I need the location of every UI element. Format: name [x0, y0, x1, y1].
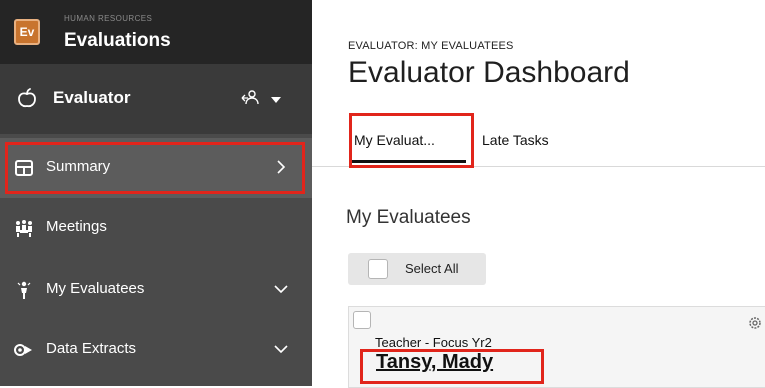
brand-subtitle: HUMAN RESOURCES [64, 14, 153, 23]
select-all-checkbox[interactable] [368, 259, 388, 279]
meetings-icon [16, 220, 32, 237]
data-extract-icon [14, 344, 32, 356]
tabs-divider [312, 166, 765, 167]
tab-my-evaluatees[interactable]: My Evaluat... [354, 132, 435, 148]
evaluatee-name-link[interactable]: Tansy, Mady [376, 351, 493, 374]
evaluatee-card: Teacher - Focus Yr2 Tansy, Mady [348, 306, 765, 388]
evaluatee-role: Teacher - Focus Yr2 [375, 335, 492, 350]
chevron-down-icon [274, 345, 288, 354]
apple-icon [18, 88, 36, 108]
app-title[interactable]: Evaluations [64, 30, 171, 52]
app-logo[interactable]: Ev [14, 19, 40, 45]
breadcrumb: EVALUATOR: MY EVALUATEES [348, 40, 514, 52]
sidebar-item-summary[interactable]: Summary [0, 138, 312, 198]
caret-down-icon[interactable] [271, 97, 281, 103]
table-icon [15, 160, 33, 176]
sidebar-item-label: Meetings [46, 218, 107, 235]
sidebar-item-label: My Evaluatees [46, 280, 145, 297]
page-title: Evaluator Dashboard [348, 56, 630, 89]
sidebar-item-label: Summary [46, 158, 111, 175]
brand-header: Ev HUMAN RESOURCES Evaluations [0, 0, 312, 64]
section-title: My Evaluatees [346, 207, 471, 228]
evaluatee-checkbox[interactable] [353, 311, 371, 329]
sidebar-item-label: Data Extracts [46, 340, 137, 357]
person-icon [17, 281, 31, 299]
select-all-label: Select All [405, 261, 459, 276]
chevron-down-icon [274, 285, 288, 294]
active-tab-indicator [352, 160, 466, 163]
gear-icon[interactable] [747, 315, 763, 331]
sidebar-item-meetings[interactable]: Meetings [0, 198, 312, 258]
sidebar: Ev HUMAN RESOURCES Evaluations Evaluator… [0, 0, 312, 386]
switch-role-icon[interactable] [240, 88, 260, 108]
role-label: Evaluator [53, 88, 131, 107]
tab-late-tasks[interactable]: Late Tasks [482, 132, 549, 148]
role-selector[interactable]: Evaluator [0, 64, 312, 134]
select-all-button[interactable]: Select All [348, 253, 486, 285]
main-content: EVALUATOR: MY EVALUATEES Evaluator Dashb… [312, 0, 765, 388]
sidebar-item-my-evaluatees[interactable]: My Evaluatees [0, 260, 312, 320]
sidebar-item-data-extracts[interactable]: Data Extracts [0, 320, 312, 380]
chevron-right-icon [277, 160, 286, 174]
